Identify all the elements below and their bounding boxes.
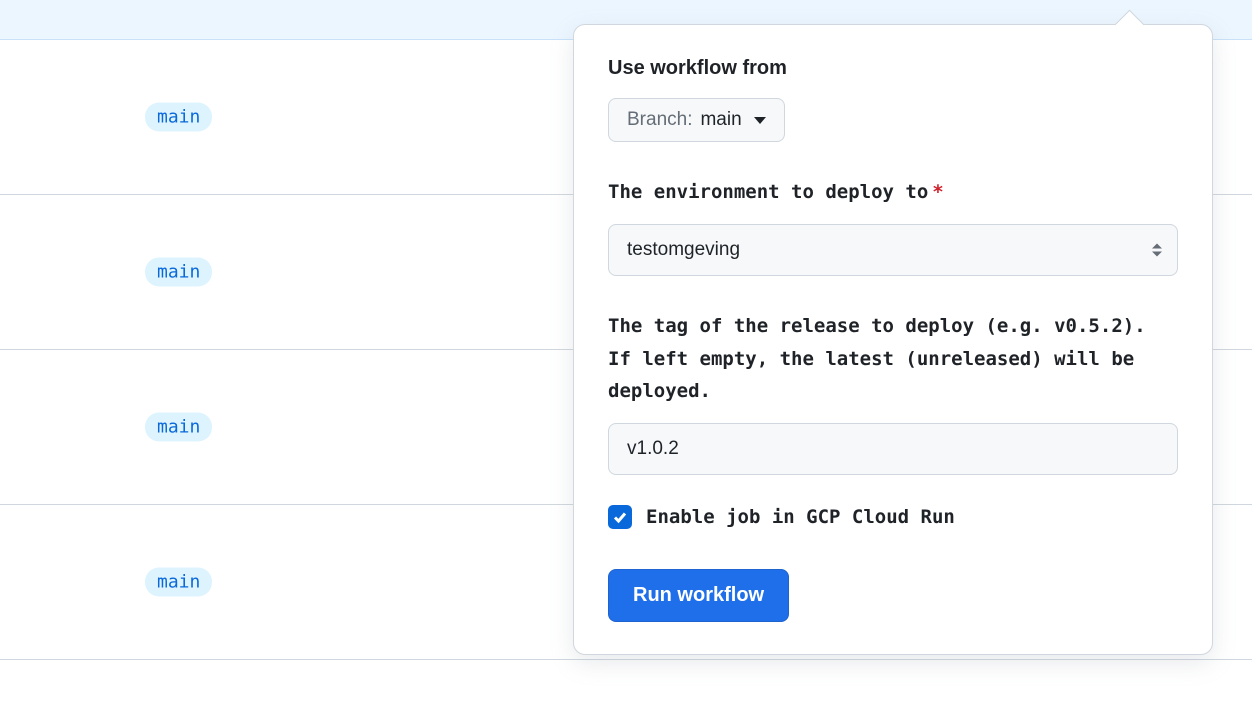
popup-heading: Use workflow from xyxy=(608,57,1178,80)
branch-select-button[interactable]: Branch: main xyxy=(608,98,785,142)
branch-badge[interactable]: main xyxy=(145,413,212,442)
required-asterisk: * xyxy=(932,181,943,203)
environment-field-label: The environment to deploy to* xyxy=(608,176,1178,208)
tag-field-label: The tag of the release to deploy (e.g. v… xyxy=(608,310,1178,407)
enable-job-label: Enable job in GCP Cloud Run xyxy=(646,506,955,528)
environment-select[interactable] xyxy=(608,224,1178,276)
enable-job-checkbox[interactable] xyxy=(608,505,632,529)
branch-badge[interactable]: main xyxy=(145,258,212,287)
branch-badge[interactable]: main xyxy=(145,568,212,597)
branch-value-label: main xyxy=(700,109,741,131)
caret-down-icon xyxy=(754,117,766,124)
branch-prefix-label: Branch: xyxy=(627,109,692,131)
run-workflow-popup: Use workflow from Branch: main The envir… xyxy=(573,24,1213,655)
check-icon xyxy=(612,509,628,525)
run-workflow-button[interactable]: Run workflow xyxy=(608,569,789,622)
environment-select-wrap xyxy=(608,224,1178,276)
tag-input[interactable] xyxy=(608,423,1178,475)
environment-label-text: The environment to deploy to xyxy=(608,181,928,203)
enable-job-checkbox-row: Enable job in GCP Cloud Run xyxy=(608,505,1178,529)
branch-badge[interactable]: main xyxy=(145,103,212,132)
